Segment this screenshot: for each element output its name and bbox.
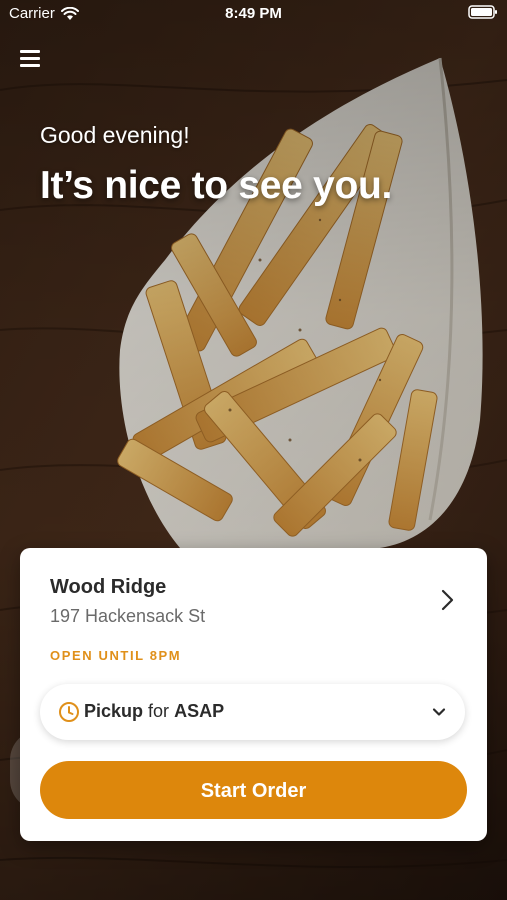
status-time: 8:49 PM [225,5,282,22]
menu-line [20,50,40,53]
menu-line [20,64,40,67]
pickup-time-selector[interactable]: Pickup for ASAP [40,684,465,740]
order-mode-connector: for [148,701,170,721]
battery-icon [468,5,498,23]
pickup-mode-text: Pickup for ASAP [84,701,224,722]
order-mode: Pickup [84,701,144,721]
store-hours: OPEN UNTIL 8PM [50,648,182,663]
store-card: Wood Ridge 197 Hackensack St OPEN UNTIL … [20,548,487,841]
clock-icon [59,702,79,722]
start-order-button[interactable]: Start Order [40,761,467,819]
headline-text: It’s nice to see you. [40,164,393,207]
chevron-right-icon [441,589,454,611]
store-name: Wood Ridge [50,576,167,598]
hamburger-menu-icon[interactable] [18,46,44,70]
app-screen: Carrier 8:49 PM Good evening! It’s nice … [0,0,507,900]
store-selector[interactable]: Wood Ridge 197 Hackensack St [20,548,487,648]
status-bar: Carrier 8:49 PM [0,0,507,28]
chevron-down-icon [432,708,446,716]
order-time: ASAP [174,701,225,721]
greeting-text: Good evening! [40,122,190,148]
store-address: 197 Hackensack St [50,606,206,626]
menu-line [20,57,40,60]
